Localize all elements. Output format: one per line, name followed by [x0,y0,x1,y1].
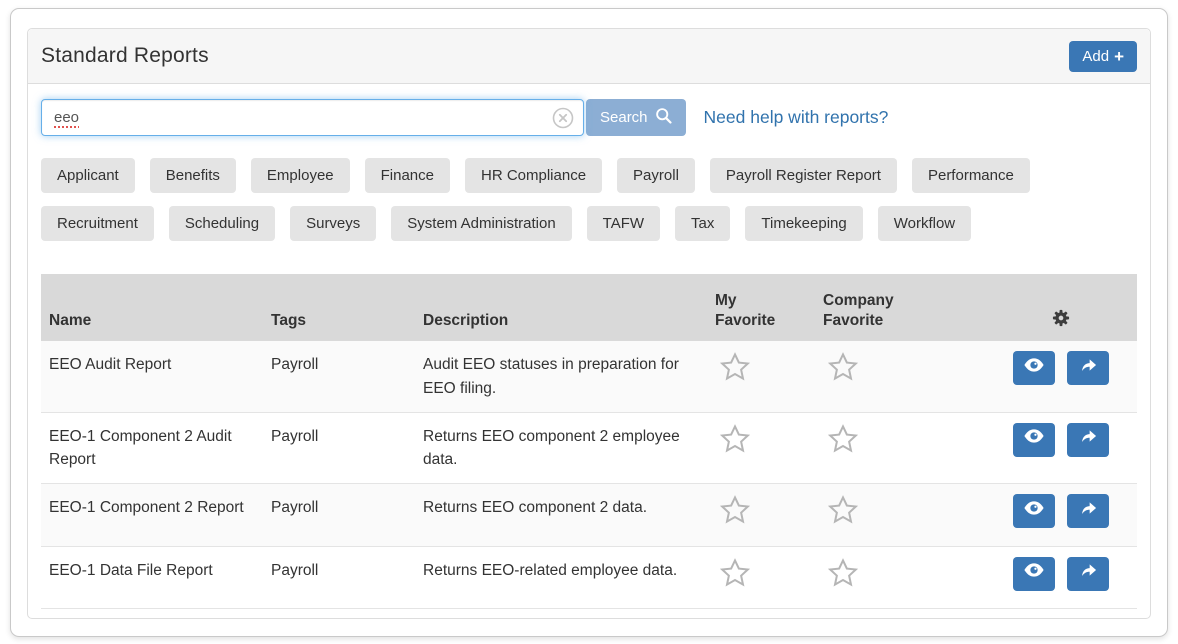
cell-my-favorite [707,341,815,412]
cell-company-favorite [815,484,985,546]
table-row: EEO Audit Report Payroll Audit EEO statu… [41,341,1137,412]
search-input[interactable]: eeo [41,99,584,136]
run-report-button[interactable] [1067,557,1109,591]
clear-search-icon[interactable] [552,107,574,129]
cell-my-favorite [707,546,815,608]
cell-actions [985,546,1137,608]
company-favorite-star-icon[interactable] [827,494,859,533]
tag-filter-button[interactable]: HR Compliance [465,158,602,193]
reports-table: Name Tags Description My Favorite Compan… [41,274,1137,609]
cell-report-description: Audit EEO statuses in preparation for EE… [415,341,707,412]
table-row: EEO-1 Component 2 Report Payroll Returns… [41,484,1137,546]
company-favorite-star-icon[interactable] [827,423,859,462]
cell-report-name: EEO-1 Data File Report [41,546,263,608]
column-header-company-favorite: Company Favorite [815,274,985,341]
my-favorite-star-icon[interactable] [719,557,751,596]
tag-filter-button[interactable]: Timekeeping [745,206,862,241]
page-title: Standard Reports [41,44,209,68]
company-favorite-star-icon[interactable] [827,351,859,390]
add-button[interactable]: Add + [1069,41,1137,72]
table-row: EEO-1 Data File Report Payroll Returns E… [41,546,1137,608]
eye-icon [1023,425,1045,454]
search-icon [655,107,672,128]
plus-icon: + [1114,49,1124,64]
search-row: eeo Search [41,99,1137,136]
search-input-value: eeo [54,109,79,126]
search-button[interactable]: Search [586,99,686,136]
eye-icon [1023,559,1045,588]
run-report-button[interactable] [1067,423,1109,457]
run-report-button[interactable] [1067,494,1109,528]
table-settings-gear-icon[interactable] [1052,309,1070,333]
share-arrow-icon [1077,559,1099,588]
column-header-name: Name [41,274,263,341]
cell-report-tags: Payroll [263,341,415,412]
tag-filter-button[interactable]: Payroll Register Report [710,158,897,193]
my-favorite-star-icon[interactable] [719,494,751,533]
tag-filter-button[interactable]: Payroll [617,158,695,193]
cell-report-tags: Payroll [263,484,415,546]
tag-filter-button[interactable]: Recruitment [41,206,154,241]
run-report-button[interactable] [1067,351,1109,385]
tag-filter-button[interactable]: Scheduling [169,206,275,241]
view-report-button[interactable] [1013,351,1055,385]
cell-report-tags: Payroll [263,412,415,484]
company-favorite-star-icon[interactable] [827,557,859,596]
share-arrow-icon [1077,497,1099,526]
tag-filter-button[interactable]: TAFW [587,206,660,241]
view-report-button[interactable] [1013,423,1055,457]
tag-filter-button[interactable]: Benefits [150,158,236,193]
panel-body: eeo Search [28,84,1150,618]
view-report-button[interactable] [1013,557,1055,591]
tag-filter-button[interactable]: Applicant [41,158,135,193]
reports-table-body: EEO Audit Report Payroll Audit EEO statu… [41,341,1137,608]
cell-company-favorite [815,546,985,608]
tag-filter-button[interactable]: Workflow [878,206,971,241]
my-favorite-star-icon[interactable] [719,351,751,390]
view-report-button[interactable] [1013,494,1055,528]
app-window: Standard Reports Add + eeo [10,8,1168,637]
column-header-tags: Tags [263,274,415,341]
panel-heading: Standard Reports Add + [28,29,1150,84]
tag-filter-button[interactable]: Finance [365,158,450,193]
column-header-my-favorite: My Favorite [707,274,815,341]
cell-company-favorite [815,412,985,484]
cell-actions [985,484,1137,546]
cell-actions [985,341,1137,412]
cell-report-description: Returns EEO component 2 data. [415,484,707,546]
standard-reports-panel: Standard Reports Add + eeo [27,28,1151,619]
column-header-settings [985,274,1137,341]
eye-icon [1023,497,1045,526]
my-favorite-star-icon[interactable] [719,423,751,462]
tag-filter-button[interactable]: Performance [912,158,1030,193]
tag-filter-list: Applicant Benefits Employee Finance HR Compl… [41,158,1137,241]
cell-report-description: Returns EEO-related employee data. [415,546,707,608]
add-button-label: Add [1082,48,1109,65]
search-button-label: Search [600,109,648,126]
cell-actions [985,412,1137,484]
tag-filter-button[interactable]: Tax [675,206,730,241]
help-link[interactable]: Need help with reports? [704,107,889,128]
cell-my-favorite [707,412,815,484]
cell-report-name: EEO-1 Component 2 Audit Report [41,412,263,484]
cell-my-favorite [707,484,815,546]
tag-filter-button[interactable]: Surveys [290,206,376,241]
cell-report-name: EEO-1 Component 2 Report [41,484,263,546]
share-arrow-icon [1077,425,1099,454]
cell-report-description: Returns EEO component 2 employee data. [415,412,707,484]
eye-icon [1023,354,1045,383]
table-header-row: Name Tags Description My Favorite Compan… [41,274,1137,341]
cell-report-name: EEO Audit Report [41,341,263,412]
cell-company-favorite [815,341,985,412]
share-arrow-icon [1077,354,1099,383]
cell-report-tags: Payroll [263,546,415,608]
column-header-description: Description [415,274,707,341]
tag-filter-button[interactable]: Employee [251,158,350,193]
table-row: EEO-1 Component 2 Audit Report Payroll R… [41,412,1137,484]
tag-filter-button[interactable]: System Administration [391,206,571,241]
